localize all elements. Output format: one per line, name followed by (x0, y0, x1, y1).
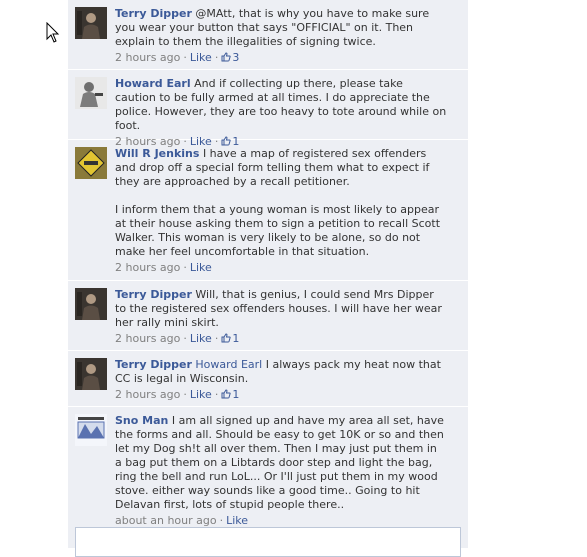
avatar[interactable] (75, 77, 107, 109)
comment-item: Terry Dipper Howard Earl I always pack m… (68, 351, 468, 407)
like-count[interactable]: 1 (232, 388, 239, 401)
comment-meta: 2 hours ago · Like (115, 261, 212, 274)
like-button[interactable]: Like (226, 514, 248, 527)
comment-item: Howard Earl And if collecting up there, … (68, 70, 468, 148)
comment-timestamp[interactable]: 2 hours ago (115, 388, 180, 401)
avatar[interactable] (75, 358, 107, 390)
comment-item: Will R Jenkins I have a map of registere… (68, 140, 468, 281)
comment-author-link[interactable]: Will R Jenkins (115, 147, 199, 160)
comment-feed: Terry Dipper @MAtt, that is why you have… (68, 0, 468, 557)
like-button[interactable]: Like (190, 261, 212, 274)
like-button[interactable]: Like (190, 51, 212, 64)
thumbs-up-icon (221, 333, 231, 343)
avatar[interactable] (75, 7, 107, 39)
comment-meta: 2 hours ago · Like · 1 (115, 332, 240, 345)
mention-link[interactable]: Howard Earl (195, 358, 262, 371)
comment-timestamp[interactable]: about an hour ago (115, 514, 217, 527)
write-comment-input[interactable] (75, 527, 461, 557)
avatar[interactable] (75, 288, 107, 320)
comment-text-paragraph: I inform them that a young woman is most… (115, 203, 441, 258)
comment-author-link[interactable]: Howard Earl (115, 77, 191, 90)
like-count[interactable]: 3 (232, 51, 239, 64)
comment-author-link[interactable]: Sno Man (115, 414, 168, 427)
comment-meta: 2 hours ago · Like · 1 (115, 388, 240, 401)
comment-author-link[interactable]: Terry Dipper (115, 358, 192, 371)
like-button[interactable]: Like (190, 332, 212, 345)
comment-item: Terry Dipper @MAtt, that is why you have… (68, 0, 468, 70)
thumbs-up-icon (221, 389, 231, 399)
avatar[interactable] (75, 414, 107, 446)
comment-author-link[interactable]: Terry Dipper (115, 7, 192, 20)
avatar[interactable] (75, 147, 107, 179)
comment-item: Sno Man I am all signed up and have my a… (68, 407, 468, 527)
mouse-cursor-icon (46, 22, 60, 43)
thumbs-up-icon (221, 52, 231, 62)
comment-meta: 2 hours ago · Like · 3 (115, 51, 240, 64)
comment-item: Terry Dipper Will, that is genius, I cou… (68, 281, 468, 351)
comment-timestamp[interactable]: 2 hours ago (115, 332, 180, 345)
comment-text: I am all signed up and have my area all … (115, 414, 444, 511)
like-button[interactable]: Like (190, 388, 212, 401)
comment-author-link[interactable]: Terry Dipper (115, 288, 192, 301)
like-count[interactable]: 1 (232, 332, 239, 345)
comment-timestamp[interactable]: 2 hours ago (115, 51, 180, 64)
comment-meta: about an hour ago · Like (115, 514, 249, 527)
comment-timestamp[interactable]: 2 hours ago (115, 261, 180, 274)
